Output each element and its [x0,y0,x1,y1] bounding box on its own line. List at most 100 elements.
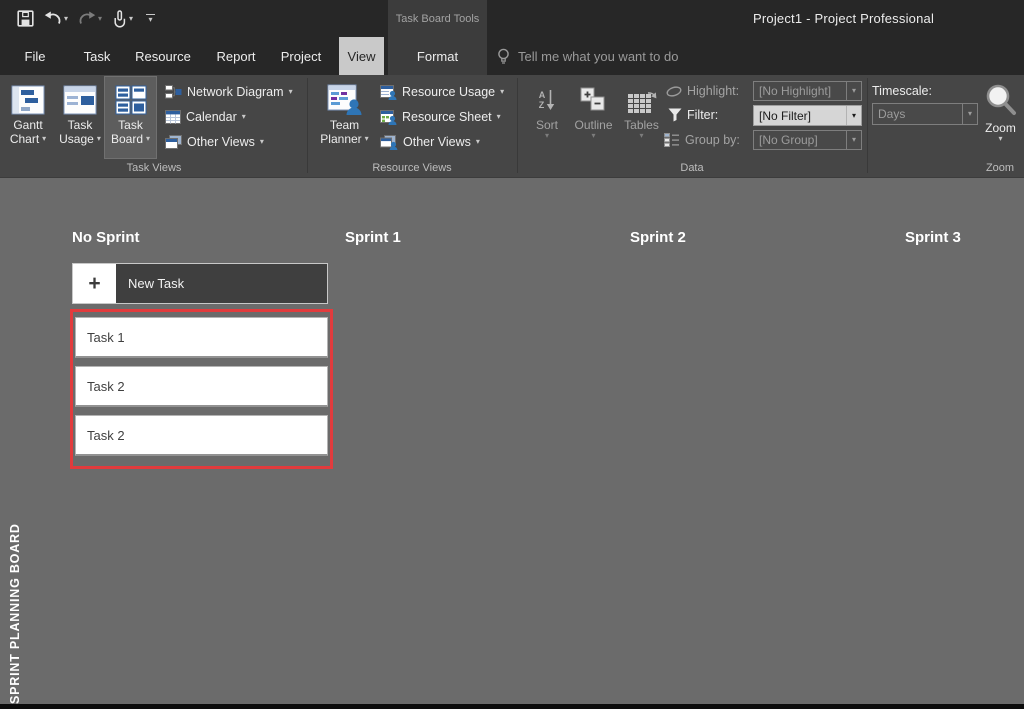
tables-icon [626,87,658,114]
gantt-chart-caret-icon: ▾ [42,135,46,143]
group-by-icon [664,133,680,147]
plus-icon: + [73,264,116,303]
undo-dropdown-caret[interactable]: ▾ [64,15,68,23]
tab-view[interactable]: View [339,37,384,75]
zoom-caret-icon: ▾ [998,135,1002,143]
zoom-button[interactable]: Zoom ▾ [977,77,1024,158]
new-task-label: New Task [116,264,327,303]
task-usage-label: Task [68,118,93,132]
task-board-label2: Board [111,132,143,146]
new-task-button[interactable]: + New Task [72,263,328,304]
tables-button: Tables ▾ [619,77,664,158]
task-board-button[interactable]: Task Board ▾ [105,77,156,158]
tab-task[interactable]: Task [74,37,120,75]
network-diagram-label: Network Diagram [187,85,284,99]
redo-icon [78,11,96,26]
resource-other-views-label: Other Views [403,135,471,149]
team-planner-label2: Planner [320,132,361,146]
tab-resource[interactable]: Resource [129,37,197,75]
calendar-label: Calendar [186,110,237,124]
save-button[interactable] [14,8,37,29]
resource-sheet-label: Resource Sheet [402,110,492,124]
task-usage-icon [63,85,97,115]
task-card-2[interactable]: Task 2 [75,366,328,407]
tab-file[interactable]: File [12,37,58,75]
calendar-button[interactable]: Calendar ▾ [165,108,246,126]
touch-mode-dropdown-caret[interactable]: ▾ [129,15,133,23]
resource-usage-icon [380,85,397,100]
filter-icon [668,108,682,122]
filter-dropdown[interactable]: [No Filter] ▾ [753,105,862,126]
touch-mode-icon [112,10,127,28]
data-group-label: Data [680,162,703,174]
task-card-3[interactable]: Task 2 [75,415,328,456]
tell-me-placeholder: Tell me what you want to do [518,49,678,64]
task-card-1[interactable]: Task 1 [75,317,328,358]
network-diagram-icon [165,85,182,99]
outline-icon [579,87,609,113]
highlight-dropdown-caret: ▾ [852,87,856,95]
touch-mouse-mode-button[interactable]: ▾ [109,8,136,30]
task-usage-label2: Usage [59,132,94,146]
undo-button[interactable]: ▾ [41,9,71,28]
timescale-dropdown: Days ▾ [872,103,978,125]
column-header-sprint-1: Sprint 1 [345,229,401,246]
customize-quick-access-toolbar-button[interactable]: ▾ [146,14,155,24]
resource-usage-caret-icon: ▾ [500,88,504,96]
timescale-value: Days [873,104,962,124]
group-separator [307,78,308,173]
zoom-group-label: Zoom [986,162,1014,174]
task-usage-caret-icon: ▾ [97,135,101,143]
resource-other-views-icon [380,135,398,150]
window-bottom-edge [0,704,1024,709]
zoom-button-label: Zoom [985,121,1016,135]
other-views-icon [165,135,182,149]
task-views-group-label: Task Views [127,162,182,174]
group-by-dropdown-caret: ▾ [852,136,856,144]
tab-report[interactable]: Report [207,37,265,75]
ribbon: Gantt Chart ▾ Task Usage ▾ [0,75,1024,178]
tables-caret-icon: ▾ [639,132,643,140]
sort-label: Sort [536,118,558,132]
highlight-label: Highlight: [687,84,739,98]
tab-project[interactable]: Project [271,37,331,75]
task-usage-button[interactable]: Task Usage ▾ [56,77,104,158]
team-planner-caret-icon: ▾ [365,135,369,143]
other-views-button[interactable]: Other Views ▾ [165,133,264,151]
group-separator [867,78,868,173]
lightbulb-icon [496,48,511,65]
column-header-sprint-3: Sprint 3 [905,229,961,246]
other-views-label: Other Views [187,135,255,149]
resource-sheet-icon [380,110,397,125]
qat-more-caret-icon: ▾ [149,16,153,24]
task-board-caret-icon: ▾ [146,135,150,143]
sort-caret-icon: ▾ [545,132,549,140]
team-planner-button[interactable]: Team Planner ▾ [316,77,373,158]
filter-label: Filter: [687,108,718,122]
resource-usage-label: Resource Usage [402,85,495,99]
team-planner-label: Team [330,118,359,132]
calendar-icon [165,110,181,124]
timescale-field-label: Timescale: [872,81,932,101]
resource-other-views-button[interactable]: Other Views ▾ [380,133,480,151]
save-icon [17,10,34,27]
tell-me-box[interactable]: Tell me what you want to do [496,37,678,75]
filter-value: [No Filter] [754,106,846,125]
redo-button: ▾ [75,9,105,28]
resource-other-views-caret-icon: ▾ [476,138,480,146]
group-separator [517,78,518,173]
team-planner-icon [327,84,363,116]
resource-views-group-label: Resource Views [372,162,451,174]
gantt-chart-button[interactable]: Gantt Chart ▾ [2,77,54,158]
highlight-value: [No Highlight] [754,82,846,100]
calendar-caret-icon: ▾ [242,113,246,121]
tab-format[interactable]: Format [388,37,487,75]
column-header-no-sprint: No Sprint [72,229,140,246]
network-diagram-button[interactable]: Network Diagram ▾ [165,83,293,101]
resource-sheet-button[interactable]: Resource Sheet ▾ [380,108,501,126]
zoom-icon [984,83,1018,117]
sort-a-glyph: A [539,90,546,100]
resource-usage-button[interactable]: Resource Usage ▾ [380,83,504,101]
view-name-vertical-label: SPRINT PLANNING BOARD [8,523,22,704]
contextual-tab-group-label: Task Board Tools [388,0,487,37]
